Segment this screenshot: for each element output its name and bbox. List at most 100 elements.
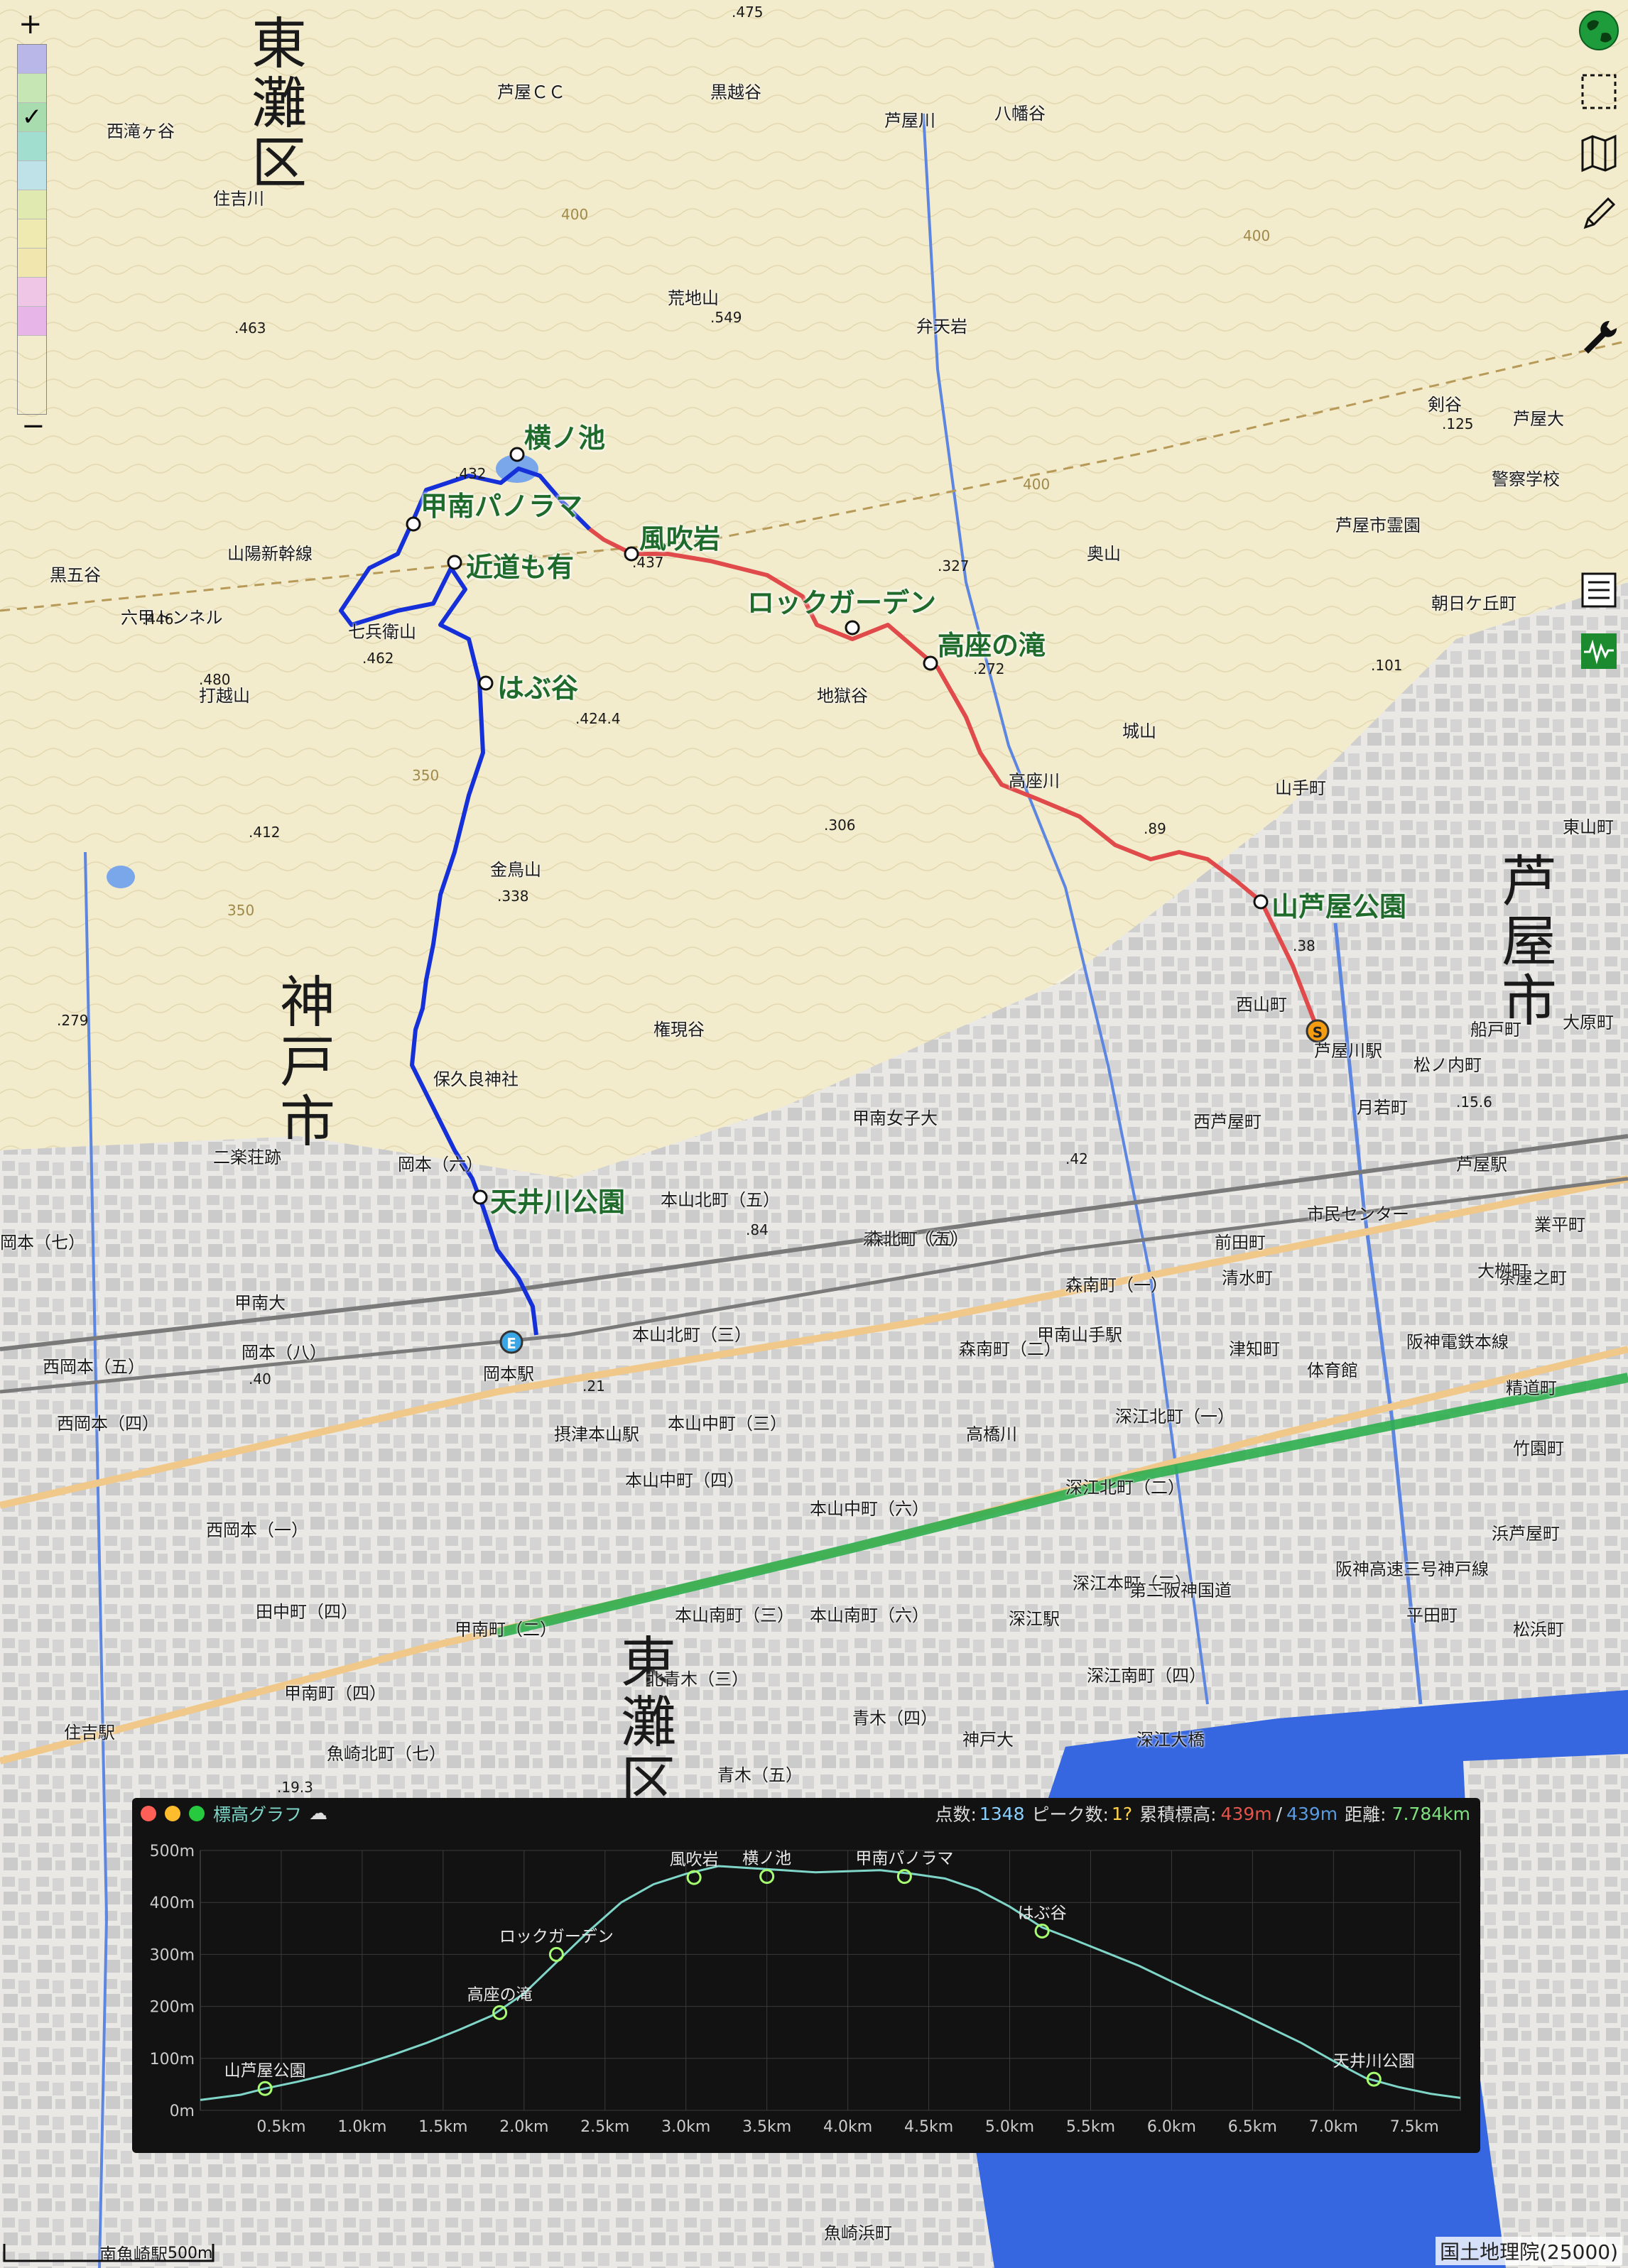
y-tick-label: 300m bbox=[150, 1946, 195, 1964]
legend-swatch[interactable] bbox=[18, 45, 46, 74]
place-label: 青木（五） bbox=[717, 1765, 803, 1785]
waypoint-label[interactable]: 天井川公園 bbox=[490, 1180, 625, 1219]
place-label: 警察学校 bbox=[1492, 469, 1560, 489]
elevation-point: .15.6 bbox=[1456, 1094, 1492, 1111]
separator: / bbox=[1276, 1803, 1283, 1824]
elevation-legend[interactable]: ✓ bbox=[17, 44, 47, 415]
place-label: 地獄谷 bbox=[817, 686, 868, 706]
contour-label: 350 bbox=[412, 767, 440, 784]
legend-swatch[interactable] bbox=[18, 307, 46, 336]
place-label: 深江南町（四） bbox=[1087, 1666, 1206, 1686]
legend-swatch[interactable] bbox=[18, 278, 46, 307]
plot-frame bbox=[200, 1850, 1461, 2111]
waypoint-label[interactable]: 山芦屋公園 bbox=[1271, 885, 1406, 924]
place-label: 津知町 bbox=[1229, 1339, 1280, 1359]
waypoint-label[interactable]: 高座の滝 bbox=[938, 623, 1046, 663]
legend-swatch[interactable] bbox=[18, 74, 46, 103]
wrench-icon[interactable] bbox=[1574, 312, 1624, 362]
legend-swatch[interactable] bbox=[18, 190, 46, 219]
select-rect-icon[interactable] bbox=[1574, 67, 1624, 116]
distance-label: 距離: bbox=[1345, 1804, 1386, 1825]
elevation-chart[interactable]: 0m 100m 200m 300m 400m 500m 0.5km 1.0km 1.5km 2.0… bbox=[132, 1829, 1480, 2153]
place-label: 芦屋ＣＣ bbox=[497, 82, 565, 102]
place-label: 第二阪神国道 bbox=[1129, 1581, 1232, 1601]
graph-header: 標高グラフ ☁ 点数: 1348 ピーク数: 1? 累積標高: 439m / 4… bbox=[132, 1798, 1480, 1829]
zoom-in-button[interactable]: + bbox=[18, 10, 43, 38]
contour-label: 350 bbox=[227, 902, 255, 919]
district-label: 芦屋市 bbox=[1492, 852, 1556, 1031]
minimize-button[interactable] bbox=[165, 1806, 180, 1821]
place-label: 岡本（七） bbox=[0, 1233, 85, 1253]
x-tick-label: 4.5km bbox=[904, 2118, 953, 2136]
place-label: 山手町 bbox=[1275, 778, 1326, 798]
elevation-point: .84 bbox=[746, 1221, 769, 1238]
waypoint-label[interactable]: 風吹岩 bbox=[639, 517, 720, 556]
waypoint-label[interactable]: 近道も有 bbox=[466, 545, 574, 584]
place-label: 弁天岩 bbox=[916, 317, 967, 337]
place-label: 阪神電鉄本線 bbox=[1406, 1332, 1509, 1352]
place-label: 深江駅 bbox=[1009, 1609, 1060, 1629]
ascent-value: 439m bbox=[1220, 1803, 1272, 1824]
globe-icon[interactable] bbox=[1574, 6, 1624, 55]
x-tick-label: 7.0km bbox=[1309, 2118, 1358, 2136]
elevation-point: .38 bbox=[1293, 937, 1315, 954]
place-label: 二楽荘跡 bbox=[213, 1147, 281, 1167]
legend-swatch[interactable] bbox=[18, 161, 46, 190]
elevation-graph-panel[interactable]: 標高グラフ ☁ 点数: 1348 ピーク数: 1? 累積標高: 439m / 4… bbox=[132, 1798, 1480, 2153]
list-icon[interactable] bbox=[1574, 565, 1624, 615]
points-value: 1348 bbox=[979, 1803, 1025, 1824]
place-label: 住吉駅 bbox=[64, 1723, 115, 1743]
close-button[interactable] bbox=[141, 1806, 156, 1821]
place-label: 城山 bbox=[1122, 721, 1156, 741]
waypoint-label[interactable]: ロックガーデン bbox=[747, 581, 936, 620]
place-label: 朝日ケ丘町 bbox=[1431, 594, 1516, 614]
district-label: 東灘区 bbox=[242, 14, 306, 193]
legend-swatch[interactable] bbox=[18, 249, 46, 278]
place-label: 神戸大 bbox=[962, 1730, 1014, 1750]
map-icon[interactable] bbox=[1574, 128, 1624, 178]
place-label: 田中町（四） bbox=[256, 1602, 358, 1622]
waypoint-annotation: 甲南パノラマ bbox=[855, 1850, 953, 1868]
place-label: 体育館 bbox=[1307, 1361, 1358, 1380]
place-label: 剣谷 bbox=[1428, 395, 1462, 415]
place-label: 東山町 bbox=[1563, 817, 1614, 837]
x-tick-label: 0.5km bbox=[256, 2118, 305, 2136]
elevation-icon[interactable] bbox=[1574, 626, 1624, 676]
waypoint-annotation: 天井川公園 bbox=[1333, 2052, 1415, 2071]
elevation-point: .306 bbox=[824, 817, 856, 834]
waypoint-label[interactable]: はぶ谷 bbox=[497, 666, 578, 705]
x-tick-label: 2.5km bbox=[580, 2118, 629, 2136]
place-label: 本山南町（六） bbox=[810, 1605, 929, 1625]
x-tick-label: 3.5km bbox=[742, 2118, 791, 2136]
district-label: 東灘区 bbox=[612, 1633, 675, 1812]
elevation-point: .446 bbox=[142, 611, 174, 628]
maximize-button[interactable] bbox=[189, 1806, 205, 1821]
place-label: 平田町 bbox=[1406, 1605, 1458, 1625]
waypoint-label[interactable]: 甲南パノラマ bbox=[420, 484, 582, 523]
cloud-download-icon[interactable]: ☁ bbox=[309, 1803, 327, 1824]
zoom-out-button[interactable]: − bbox=[21, 412, 45, 440]
x-tick-label: 6.5km bbox=[1228, 2118, 1277, 2136]
place-label: 荒地山 bbox=[668, 288, 719, 308]
pencil-icon[interactable] bbox=[1574, 189, 1624, 239]
place-label: 竹園町 bbox=[1513, 1439, 1564, 1459]
distance-value: 7.784km bbox=[1391, 1803, 1470, 1824]
y-tick-label: 400m bbox=[150, 1894, 195, 1912]
place-label: 甲南山手駅 bbox=[1037, 1325, 1122, 1345]
x-tick-label: 1.0km bbox=[337, 2118, 386, 2136]
elevation-point: .327 bbox=[938, 557, 970, 574]
legend-swatch[interactable] bbox=[18, 132, 46, 161]
elevation-point: .42 bbox=[1065, 1150, 1088, 1167]
cumulative-label: 累積標高: bbox=[1139, 1804, 1217, 1825]
place-label: 清水町 bbox=[1222, 1268, 1273, 1288]
elevation-point: .480 bbox=[199, 671, 231, 688]
waypoint-annotation: 山芦屋公園 bbox=[224, 2061, 306, 2080]
place-label: 甲南町（二） bbox=[455, 1620, 557, 1640]
legend-swatch[interactable] bbox=[18, 219, 46, 249]
place-label: 大原町 bbox=[1563, 1013, 1614, 1032]
legend-swatch[interactable]: ✓ bbox=[18, 103, 46, 132]
place-label: 保久良神社 bbox=[433, 1069, 519, 1089]
contour-label: 400 bbox=[1243, 227, 1271, 244]
peaks-label: ピーク数: bbox=[1031, 1804, 1109, 1825]
waypoint-label[interactable]: 横ノ池 bbox=[524, 416, 605, 455]
